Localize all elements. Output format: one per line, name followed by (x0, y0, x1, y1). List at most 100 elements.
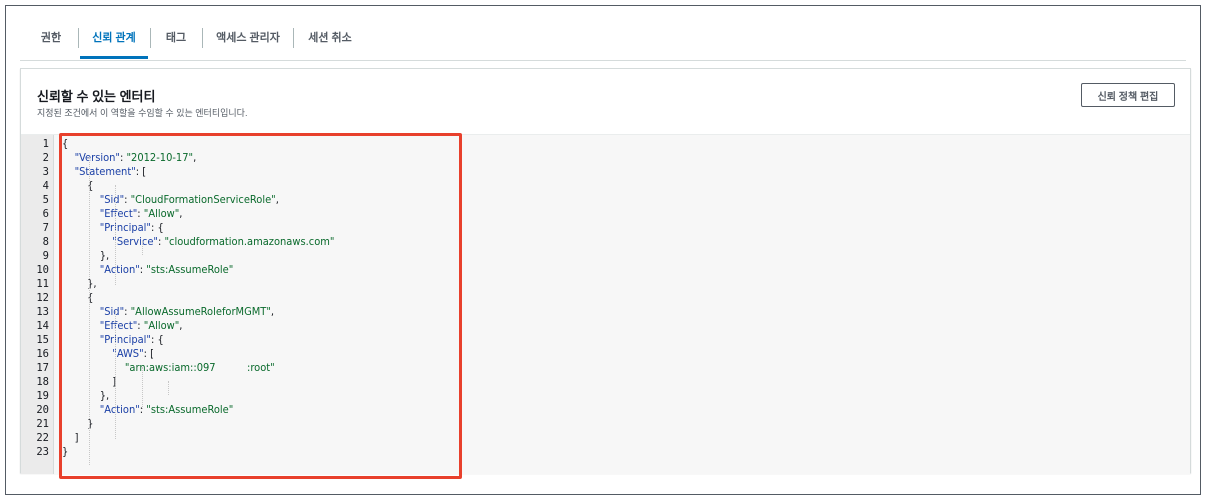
indent-guide (142, 241, 143, 255)
line-number-gutter: 1 2 3 4 5 6 7 8 9 10 11 12 13 14 15 16 17 18 19 20 21 22 23 (21, 135, 54, 474)
tab-access-advisor[interactable]: 액세스 관리자 (208, 18, 288, 59)
indent-guide (115, 311, 116, 439)
code-line: "Principal": { (62, 333, 164, 347)
json-punctuation: : [ (135, 165, 147, 178)
json-key: "Sid" (99, 305, 125, 318)
edit-trust-policy-button[interactable]: 신뢰 정책 편집 (1081, 83, 1175, 107)
code-line: ] (62, 431, 79, 445)
json-punctuation (62, 403, 100, 416)
policy-code-editor[interactable]: 1 2 3 4 5 6 7 8 9 10 11 12 13 14 15 16 17 18 19 20 21 22 23 { … (21, 134, 1190, 474)
code-line: "Action": "sts:AssumeRole" (62, 403, 234, 417)
line-number: 9 (42, 250, 49, 262)
json-key: "AWS" (112, 347, 144, 360)
tab-trust-relationships[interactable]: 신뢰 관계 (80, 18, 148, 59)
json-punctuation (62, 165, 75, 178)
json-punctuation (62, 193, 100, 206)
json-key: "Statement" (74, 165, 136, 178)
json-punctuation: ] (62, 431, 79, 444)
json-punctuation: : { (150, 333, 164, 346)
line-number: 1 (42, 138, 49, 150)
indent-guide (142, 367, 143, 409)
tab-tags[interactable]: 태그 (154, 18, 198, 59)
json-punctuation: : { (150, 221, 164, 234)
json-string: "cloudformation.amazonaws.com" (164, 235, 335, 248)
tab-bar: 권한 신뢰 관계 태그 액세스 관리자 세션 취소 (20, 18, 1186, 61)
json-punctuation (62, 263, 100, 276)
json-punctuation (62, 347, 112, 360)
line-number: 8 (42, 236, 49, 248)
code-line: "Effect": "Allow", (62, 207, 183, 221)
code-line: "Service": "cloudformation.amazonaws.com… (62, 235, 334, 249)
json-punctuation: , (179, 319, 183, 332)
json-punctuation (62, 235, 112, 248)
code-line: }, (62, 277, 97, 291)
code-line: "Sid": "CloudFormationServiceRole", (62, 193, 279, 207)
trusted-entities-panel: 신뢰할 수 있는 엔터티 지정된 조건에서 이 역할을 수임할 수 있는 엔터티… (20, 68, 1191, 474)
json-punctuation: }, (62, 277, 97, 290)
line-number: 15 (36, 334, 49, 346)
line-number: 5 (42, 194, 49, 206)
line-number: 16 (36, 348, 49, 360)
line-number: 2 (42, 152, 49, 164)
code-line: "arn:aws:iam::097 :root" (62, 361, 275, 375)
json-key: "Principal" (99, 221, 151, 234)
code-line: "AWS": [ (62, 347, 154, 361)
json-string: "CloudFormationServiceRole" (130, 193, 276, 206)
json-key: "Service" (112, 235, 158, 248)
json-punctuation (62, 319, 100, 332)
line-number: 20 (36, 404, 49, 416)
json-punctuation: , (179, 207, 183, 220)
indent-guide (89, 157, 90, 465)
line-number: 7 (42, 222, 49, 234)
line-number: 13 (36, 306, 49, 318)
line-number: 12 (36, 292, 49, 304)
line-number: 3 (42, 166, 49, 178)
json-key: "Sid" (99, 193, 125, 206)
json-punctuation (62, 305, 100, 318)
line-number: 22 (36, 432, 49, 444)
line-number: 6 (42, 208, 49, 220)
json-punctuation (62, 207, 100, 220)
panel-title: 신뢰할 수 있는 엔터티 (37, 89, 156, 104)
json-string: "2012-10-17" (126, 151, 194, 164)
code-line: "Effect": "Allow", (62, 319, 183, 333)
line-number: 11 (36, 278, 49, 290)
indent-guide (115, 185, 116, 285)
code-line: { (62, 137, 68, 151)
redacted-account-id (334, 371, 379, 383)
code-line: "Statement": [ (62, 165, 147, 179)
json-string: "Allow" (143, 207, 180, 220)
json-punctuation: { (62, 137, 69, 150)
tab-divider (78, 28, 79, 48)
tab-divider (293, 28, 294, 48)
tab-permissions[interactable]: 권한 (28, 18, 74, 59)
line-number: 17 (36, 362, 49, 374)
json-punctuation: }, (62, 249, 110, 262)
indent-guide (168, 381, 169, 395)
tab-revoke-sessions[interactable]: 세션 취소 (300, 18, 360, 59)
code-line: }, (62, 389, 109, 403)
json-punctuation: } (62, 445, 69, 458)
tab-divider (150, 28, 151, 48)
json-punctuation (62, 333, 100, 346)
role-detail-container: 권한 신뢰 관계 태그 액세스 관리자 세션 취소 신뢰할 수 있는 엔터티 지… (5, 5, 1201, 495)
code-line: "Principal": { (62, 221, 164, 235)
code-line: }, (62, 249, 109, 263)
line-number: 21 (36, 418, 49, 430)
json-punctuation: , (275, 193, 279, 206)
json-string: "sts:AssumeRole" (146, 403, 234, 416)
line-number: 23 (36, 446, 49, 458)
line-number: 4 (42, 180, 49, 192)
code-line: "Sid": "AllowAssumeRoleforMGMT", (62, 305, 274, 319)
tab-divider (202, 28, 203, 48)
line-number: 10 (36, 264, 49, 276)
json-punctuation: , (270, 305, 275, 318)
line-number: 19 (36, 390, 49, 402)
json-string: "sts:AssumeRole" (146, 263, 234, 276)
json-string: "AllowAssumeRoleforMGMT" (130, 305, 271, 318)
line-number: 14 (36, 320, 49, 332)
json-key: "Effect" (99, 319, 138, 332)
json-key: "Action" (99, 263, 140, 276)
json-punctuation: : [ (143, 347, 154, 360)
code-line: "Version": "2012-10-17", (62, 151, 197, 165)
